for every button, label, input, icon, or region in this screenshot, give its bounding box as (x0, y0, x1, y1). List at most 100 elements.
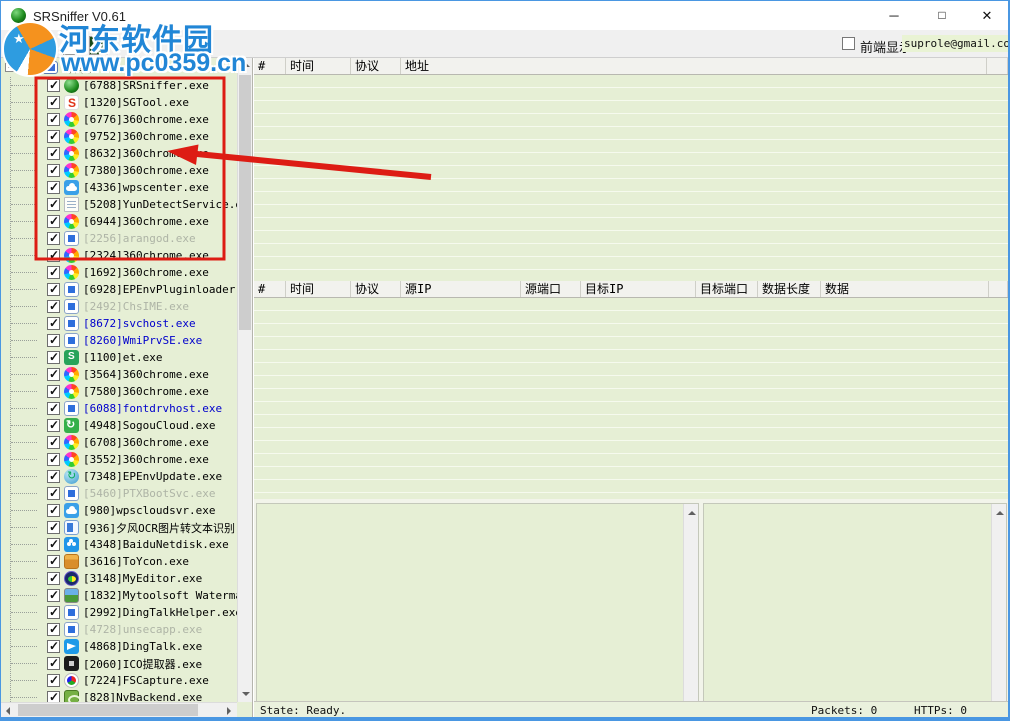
process-checkbox[interactable] (47, 401, 60, 415)
column-header[interactable]: 目标IP (581, 281, 696, 297)
detail-right-scrollbar[interactable] (991, 504, 1006, 701)
process-checkbox[interactable] (47, 588, 60, 602)
scroll-up-icon[interactable] (992, 506, 1007, 521)
tree-item[interactable]: [1320]SGTool.exe (11, 94, 237, 111)
tree-item[interactable]: [3148]MyEditor.exe (11, 570, 237, 587)
tree-item[interactable]: [4336]wpscenter.exe (11, 179, 237, 196)
request-detail-panel[interactable] (256, 503, 699, 701)
tree-item[interactable]: [8260]WmiPrvSE.exe (11, 332, 237, 349)
packet-table-body[interactable] (254, 298, 1008, 499)
tree-item[interactable]: [9752]360chrome.exe (11, 128, 237, 145)
tree-vertical-scrollbar[interactable] (237, 58, 252, 702)
stop-capture-icon[interactable] (35, 36, 54, 55)
tree-item[interactable]: [5460]PTXBootSvc.exe (11, 485, 237, 502)
process-checkbox[interactable] (47, 350, 60, 364)
process-checkbox[interactable] (47, 265, 60, 279)
process-checkbox[interactable] (47, 197, 60, 211)
collapse-icon[interactable]: - (5, 63, 14, 72)
response-detail-panel[interactable] (703, 503, 1007, 701)
tree-vscroll-thumb[interactable] (239, 75, 251, 330)
tree-item[interactable]: [2992]DingTalkHelper.exe (11, 604, 237, 621)
process-checkbox[interactable] (47, 469, 60, 483)
process-checkbox[interactable] (47, 95, 60, 109)
process-checkbox[interactable] (47, 418, 60, 432)
tree-item[interactable]: [1100]et.exe (11, 349, 237, 366)
process-checkbox[interactable] (47, 180, 60, 194)
tree-item[interactable]: [4948]SogouCloud.exe (11, 417, 237, 434)
tree-item[interactable]: [7380]360chrome.exe (11, 162, 237, 179)
process-checkbox[interactable] (47, 384, 60, 398)
tree-item[interactable]: [2256]arangod.exe (11, 230, 237, 247)
tree-item[interactable]: [8672]svchost.exe (11, 315, 237, 332)
column-header[interactable]: 源端口 (521, 281, 581, 297)
process-checkbox[interactable] (47, 537, 60, 551)
packet-table-header[interactable]: # 时间 协议 源IP 源端口 目标IP 目标端口 数据长度 数据 (254, 281, 1008, 298)
http-table-body[interactable] (254, 75, 1008, 281)
process-checkbox[interactable] (47, 367, 60, 381)
tree-item[interactable]: [1692]360chrome.exe (11, 264, 237, 281)
tree-root[interactable]: - 计算机 (1, 58, 237, 77)
column-header[interactable]: 目标端口 (696, 281, 758, 297)
tree-item[interactable]: [8632]360chrome.exe (11, 145, 237, 162)
process-checkbox[interactable] (47, 231, 60, 245)
process-checkbox[interactable] (47, 486, 60, 500)
column-header[interactable]: 数据 (821, 281, 989, 297)
column-header[interactable]: # (254, 58, 286, 74)
filter-options-icon[interactable] (63, 36, 82, 55)
process-checkbox[interactable] (47, 299, 60, 313)
column-header[interactable]: 时间 (286, 281, 351, 297)
maximize-button[interactable]: □ (922, 1, 962, 30)
process-checkbox[interactable] (47, 333, 60, 347)
tree-item[interactable]: [6928]EPEnvPluginloader.ex (11, 281, 237, 298)
process-checkbox[interactable] (47, 163, 60, 177)
tree-horizontal-scrollbar[interactable] (1, 702, 237, 717)
tree-item[interactable]: [6708]360chrome.exe (11, 434, 237, 451)
column-header[interactable]: 数据长度 (758, 281, 821, 297)
tree-item[interactable]: [4868]DingTalk.exe (11, 638, 237, 655)
tree-item[interactable]: [936]夕风OCR图片转文本识别 (11, 519, 237, 536)
process-checkbox[interactable] (47, 146, 60, 160)
column-header[interactable]: # (254, 281, 286, 297)
tree-item[interactable]: [4728]unsecapp.exe (11, 621, 237, 638)
tree-item[interactable]: [2324]360chrome.exe (11, 247, 237, 264)
scroll-up-icon[interactable] (238, 58, 253, 73)
tree-item[interactable]: [4348]BaiduNetdisk.exe (11, 536, 237, 553)
scroll-up-icon[interactable] (684, 506, 699, 521)
tree-item[interactable]: [1832]Mytoolsoft Watermark (11, 587, 237, 604)
scroll-left-icon[interactable] (1, 703, 16, 717)
process-checkbox[interactable] (47, 622, 60, 636)
tree-item[interactable]: [7580]360chrome.exe (11, 383, 237, 400)
process-checkbox[interactable] (47, 129, 60, 143)
tree-item[interactable]: [3616]ToYcon.exe (11, 553, 237, 570)
close-button[interactable]: ✕ (967, 1, 1007, 30)
column-header[interactable]: 时间 (286, 58, 351, 74)
process-checkbox[interactable] (47, 656, 60, 670)
scroll-right-icon[interactable] (222, 703, 237, 717)
tree-item[interactable]: [2492]ChsIME.exe (11, 298, 237, 315)
column-header[interactable]: 地址 (401, 58, 987, 74)
http-table-header[interactable]: # 时间 协议 地址 (254, 58, 1008, 75)
root-checkbox[interactable] (21, 60, 34, 74)
process-checkbox[interactable] (47, 571, 60, 585)
process-checkbox[interactable] (47, 435, 60, 449)
save-capture-icon[interactable] (89, 36, 108, 55)
detail-left-scrollbar[interactable] (683, 504, 698, 701)
process-checkbox[interactable] (47, 503, 60, 517)
process-checkbox[interactable] (47, 78, 60, 92)
process-checkbox[interactable] (47, 282, 60, 296)
front-display-checkbox[interactable] (842, 37, 855, 50)
tree-item[interactable]: [7348]EPEnvUpdate.exe (11, 468, 237, 485)
column-header[interactable]: 协议 (351, 281, 401, 297)
tree-item[interactable]: [5208]YunDetectService.exe (11, 196, 237, 213)
process-checkbox[interactable] (47, 112, 60, 126)
tree-item[interactable]: [6776]360chrome.exe (11, 111, 237, 128)
process-checkbox[interactable] (47, 316, 60, 330)
tree-item[interactable]: [6088]fontdrvhost.exe (11, 400, 237, 417)
process-checkbox[interactable] (47, 214, 60, 228)
process-checkbox[interactable] (47, 520, 60, 534)
tree-item[interactable]: [828]NvBackend.exe (11, 689, 237, 703)
process-checkbox[interactable] (47, 605, 60, 619)
scroll-down-icon[interactable] (238, 687, 253, 702)
tree-item[interactable]: [6788]SRSniffer.exe (11, 77, 237, 94)
email-field[interactable]: suprole@gmail.com (902, 35, 1008, 52)
